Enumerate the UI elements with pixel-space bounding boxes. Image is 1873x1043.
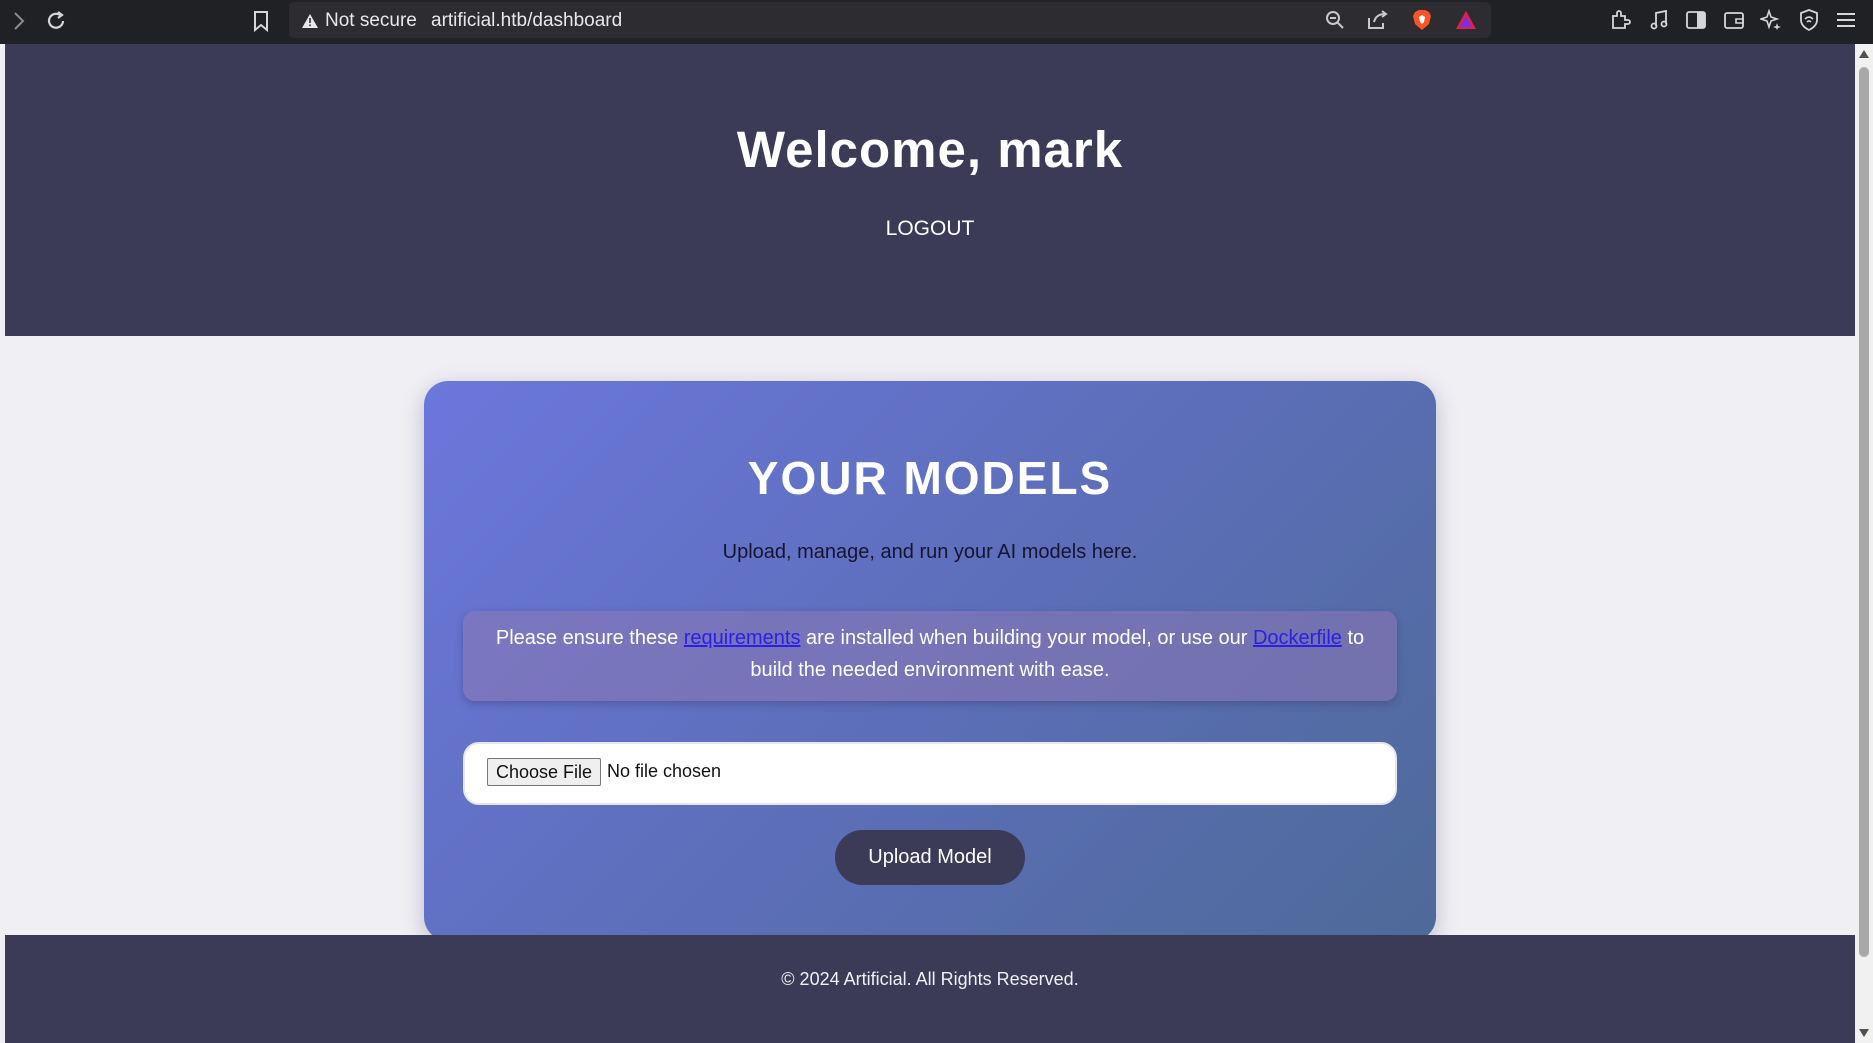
- wallet-icon[interactable]: [1719, 5, 1749, 35]
- models-title: YOUR MODELS: [747, 452, 1113, 504]
- vertical-scrollbar[interactable]: [1855, 44, 1873, 1043]
- warning-icon: [302, 14, 318, 28]
- page-header: Welcome, mark LOGOUT: [5, 44, 1855, 336]
- file-status: No file chosen: [607, 761, 722, 781]
- brave-rewards-icon[interactable]: [1452, 6, 1480, 34]
- scroll-down-arrow[interactable]: [1859, 1029, 1869, 1037]
- menu-icon[interactable]: [1831, 5, 1861, 35]
- copyright-text: © 2024 Artificial. All Rights Reserved.: [781, 969, 1079, 989]
- models-card: YOUR MODELS Upload, manage, and run your…: [424, 381, 1436, 941]
- notice-text-middle: are installed when building your model, …: [800, 627, 1253, 649]
- sidebar-icon[interactable]: [1681, 5, 1711, 35]
- welcome-heading: Welcome, mark: [736, 121, 1124, 178]
- security-indicator[interactable]: Not secure: [301, 10, 417, 32]
- brave-shield-icon[interactable]: [1408, 6, 1436, 34]
- reload-icon[interactable]: [41, 6, 71, 36]
- zoom-icon[interactable]: [1321, 6, 1349, 34]
- security-label: Not secure: [325, 10, 417, 31]
- scrollbar-thumb[interactable]: [1859, 67, 1869, 957]
- scroll-up-arrow[interactable]: [1859, 50, 1869, 58]
- notice-text-before: Please ensure these: [495, 627, 684, 649]
- models-subtitle: Upload, manage, and run your AI models h…: [722, 541, 1138, 563]
- logout-link[interactable]: LOGOUT: [5, 217, 1855, 241]
- requirements-link[interactable]: requirements: [684, 627, 801, 649]
- file-input[interactable]: Choose File No file chosen: [463, 742, 1397, 805]
- vpn-icon[interactable]: [1794, 5, 1824, 35]
- browser-toolbar: Not secure artificial.htb/dashboard: [0, 0, 1873, 44]
- extensions-icon[interactable]: [1606, 5, 1636, 35]
- leo-ai-icon[interactable]: [1756, 5, 1786, 35]
- share-icon[interactable]: [1364, 6, 1392, 34]
- media-icon[interactable]: [1644, 5, 1674, 35]
- choose-file-button[interactable]: Choose File: [487, 758, 601, 786]
- bookmark-icon[interactable]: [246, 6, 276, 36]
- address-bar[interactable]: Not secure artificial.htb/dashboard: [289, 2, 1491, 38]
- page-viewport: Welcome, mark LOGOUT YOUR MODELS Upload,…: [0, 44, 1855, 1043]
- upload-model-button[interactable]: Upload Model: [835, 830, 1025, 885]
- forward-icon[interactable]: [4, 6, 34, 36]
- url-text[interactable]: artificial.htb/dashboard: [431, 10, 622, 32]
- dockerfile-link[interactable]: Dockerfile: [1253, 627, 1342, 649]
- requirements-notice: Please ensure these requirements are ins…: [463, 611, 1397, 701]
- page-footer: © 2024 Artificial. All Rights Reserved.: [5, 935, 1855, 1043]
